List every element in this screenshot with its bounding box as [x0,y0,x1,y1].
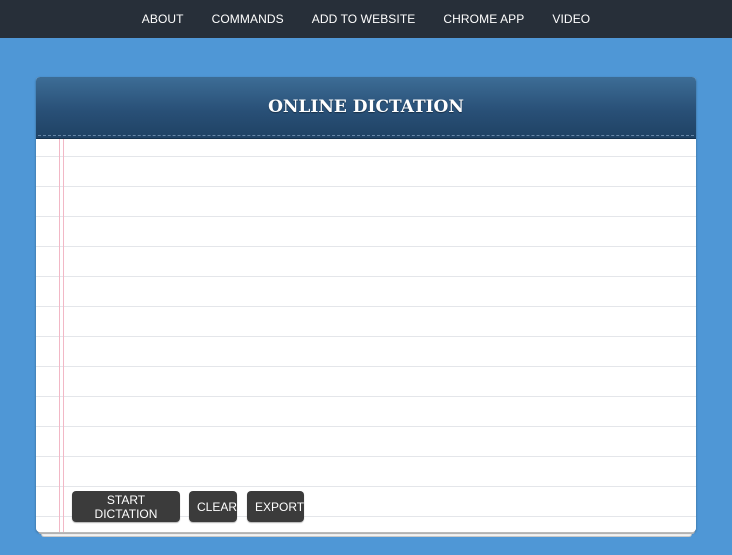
nav-item-add-to-website[interactable]: ADD TO WEBSITE [312,12,416,26]
nav-item-commands[interactable]: COMMANDS [212,12,284,26]
dictation-panel: ONLINE DICTATION START DICTATION CLEAR E… [36,77,696,532]
nav-item-chrome-app[interactable]: CHROME APP [443,12,524,26]
export-button[interactable]: EXPORT [247,491,304,522]
clear-button[interactable]: CLEAR [189,491,237,522]
nav-item-video[interactable]: VIDEO [552,12,590,26]
panel-header: ONLINE DICTATION [36,77,696,139]
notepad-paper: START DICTATION CLEAR EXPORT [36,139,696,532]
top-navigation: ABOUT COMMANDS ADD TO WEBSITE CHROME APP… [0,0,732,38]
paper-margin-line [63,139,64,532]
start-dictation-button[interactable]: START DICTATION [72,491,180,522]
nav-item-about[interactable]: ABOUT [142,12,184,26]
paper-margin-line [59,139,60,532]
panel-title: ONLINE DICTATION [268,97,464,117]
dictation-text-area[interactable] [70,143,682,483]
